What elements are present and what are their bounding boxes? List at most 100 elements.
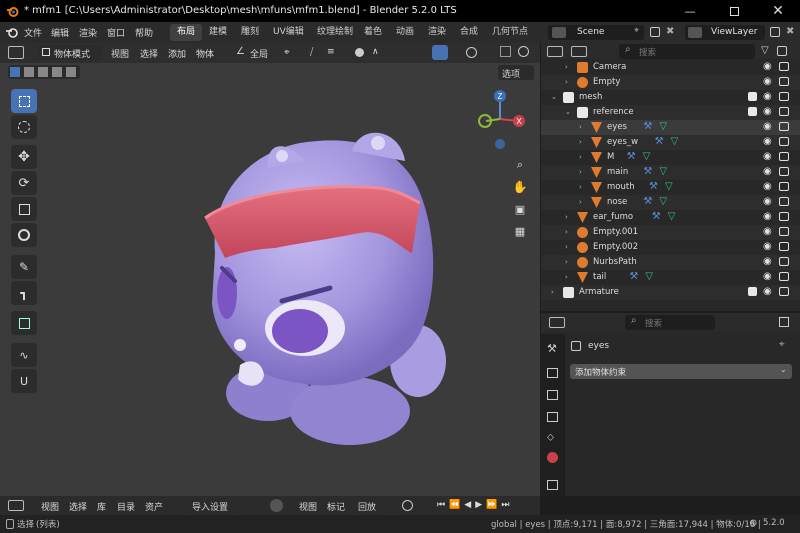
mesh-data-icon[interactable]: ▽ (645, 271, 656, 282)
filter-icon[interactable]: ▽ (761, 45, 769, 56)
viewport-menu-select[interactable]: 选择 (140, 47, 158, 60)
outliner-row[interactable]: › mouth ⚒ ▽ ◉ (541, 180, 800, 195)
outliner-row[interactable]: › nose ⚒ ▽ ◉ (541, 195, 800, 210)
record-icon[interactable] (402, 500, 413, 511)
modifier-icon[interactable]: ⚒ (627, 151, 638, 162)
select-intersect-icon[interactable] (66, 67, 76, 77)
navigation-gizmo[interactable]: Z X (474, 87, 530, 151)
tab-uv-editing[interactable]: UV编辑 (266, 24, 311, 41)
properties-search[interactable]: ⌕ 搜索 (625, 315, 715, 330)
playback-dropdown[interactable]: 回放 (354, 498, 394, 513)
pin-icon[interactable]: ⌖ (634, 26, 639, 36)
exclude-checkbox[interactable] (748, 92, 757, 101)
expand-arrow-icon[interactable]: › (565, 63, 573, 71)
visibility-eye-icon[interactable]: ◉ (763, 91, 774, 102)
mesh-data-icon[interactable]: ▽ (668, 211, 679, 222)
asset-menu-assets[interactable]: 资产 (145, 500, 163, 513)
mesh-data-icon[interactable]: ▽ (643, 151, 654, 162)
delete-view-layer-icon[interactable]: ✖ (786, 26, 794, 37)
delete-scene-icon[interactable]: ✖ (666, 26, 674, 37)
visibility-eye-icon[interactable]: ◉ (763, 181, 774, 192)
tool-measure[interactable]: ┓ (11, 281, 37, 305)
expand-arrow-icon[interactable]: › (579, 153, 587, 161)
asset-menu-select[interactable]: 选择 (69, 500, 87, 513)
proportional-edit-icon[interactable] (355, 48, 364, 57)
new-view-layer-icon[interactable] (770, 27, 780, 37)
timeline-editor-icon[interactable] (8, 500, 24, 511)
tool-transform[interactable] (11, 223, 37, 247)
tool-extra-2[interactable]: U (11, 369, 37, 393)
tab-compositing[interactable]: 合成 (453, 24, 485, 41)
pan-button[interactable]: ✋ (510, 177, 530, 197)
visibility-eye-icon[interactable]: ◉ (763, 196, 774, 207)
editor-type-icon[interactable] (8, 46, 24, 59)
select-subtract-icon[interactable] (38, 67, 48, 77)
xray-icon[interactable] (500, 46, 511, 57)
modifier-icon[interactable]: ⚒ (643, 196, 654, 207)
outliner-row[interactable]: › eyes ⚒ ▽ ◉ (541, 120, 800, 135)
mesh-data-icon[interactable]: ▽ (659, 166, 670, 177)
mode-selector[interactable]: 物体模式 (38, 45, 102, 60)
mesh-data-icon[interactable]: ▽ (671, 136, 682, 147)
shading-wireframe-icon[interactable] (518, 46, 529, 57)
viewport-menu-add[interactable]: 添加 (168, 47, 186, 60)
modifier-icon[interactable]: ⚒ (652, 211, 663, 222)
output-tab-icon[interactable] (547, 390, 558, 400)
world-tab-icon[interactable] (547, 452, 558, 463)
render-camera-icon[interactable] (779, 197, 789, 206)
expand-arrow-icon[interactable]: › (565, 78, 573, 86)
snap-icon[interactable]: ⧸ (310, 47, 313, 58)
show-gizmo-icon[interactable] (432, 45, 448, 60)
asset-menu-catalog[interactable]: 目录 (117, 500, 135, 513)
outliner-row[interactable]: › Empty ◉ (541, 75, 800, 90)
close-button[interactable]: ✕ (756, 0, 800, 22)
scene-tab-icon[interactable]: ⬦ (547, 432, 554, 443)
outliner-editor-icon[interactable] (547, 46, 563, 57)
transform-orientation-selector[interactable]: ∠ 全局 (234, 45, 278, 60)
visibility-eye-icon[interactable]: ◉ (763, 286, 774, 297)
visibility-eye-icon[interactable]: ◉ (763, 226, 774, 237)
visibility-eye-icon[interactable]: ◉ (763, 136, 774, 147)
visibility-eye-icon[interactable]: ◉ (763, 211, 774, 222)
tab-modeling[interactable]: 建模 (202, 24, 234, 41)
asset-menu-library[interactable]: 库 (97, 500, 106, 513)
collection-tab-icon[interactable] (547, 480, 558, 490)
playback-controls-icon[interactable]: ⏮⏪◀▶⏩⏭ (437, 500, 513, 510)
modifier-icon[interactable]: ⚒ (629, 271, 640, 282)
menu-help[interactable]: 帮助 (135, 26, 153, 39)
new-collection-icon[interactable] (777, 46, 787, 56)
tab-texture-paint[interactable]: 纹理绘制 (310, 24, 360, 41)
visibility-eye-icon[interactable]: ◉ (763, 166, 774, 177)
select-extend-icon[interactable] (24, 67, 34, 77)
visibility-eye-icon[interactable]: ◉ (763, 61, 774, 72)
menu-window[interactable]: 窗口 (107, 26, 125, 39)
modifier-icon[interactable]: ⚒ (643, 166, 654, 177)
properties-options-icon[interactable] (779, 317, 789, 327)
ortho-toggle-button[interactable]: ▦ (510, 221, 530, 241)
tab-rendering[interactable]: 渲染 (421, 24, 453, 41)
camera-view-button[interactable]: ▣ (510, 199, 530, 219)
expand-arrow-icon[interactable]: › (565, 258, 573, 266)
visibility-eye-icon[interactable]: ◉ (763, 256, 774, 267)
render-camera-icon[interactable] (779, 107, 789, 116)
visibility-eye-icon[interactable]: ◉ (763, 76, 774, 87)
properties-pin-icon[interactable]: ⌖ (779, 339, 785, 350)
expand-arrow-icon[interactable]: › (579, 138, 587, 146)
timeline-editor-type-icon[interactable] (270, 499, 283, 512)
tool-tab-icon[interactable]: ⚒ (547, 342, 557, 355)
outliner-row[interactable]: ⌄ mesh ◉ (541, 90, 800, 105)
expand-arrow-icon[interactable]: › (565, 243, 573, 251)
display-mode-icon[interactable] (571, 46, 587, 57)
timeline-menu-view[interactable]: 视图 (299, 500, 317, 513)
render-camera-icon[interactable] (779, 62, 789, 71)
timeline-menu-marker[interactable]: 标记 (327, 500, 345, 513)
tool-move[interactable]: ✥ (11, 145, 37, 169)
visibility-eye-icon[interactable]: ◉ (763, 106, 774, 117)
modifier-icon[interactable]: ⚒ (643, 121, 654, 132)
tab-layout[interactable]: 布局 (170, 24, 203, 41)
blender-menu-icon[interactable] (5, 26, 19, 38)
visibility-eye-icon[interactable]: ◉ (763, 121, 774, 132)
render-tab-icon[interactable] (547, 368, 558, 378)
render-camera-icon[interactable] (779, 182, 789, 191)
expand-arrow-icon[interactable]: › (579, 168, 587, 176)
